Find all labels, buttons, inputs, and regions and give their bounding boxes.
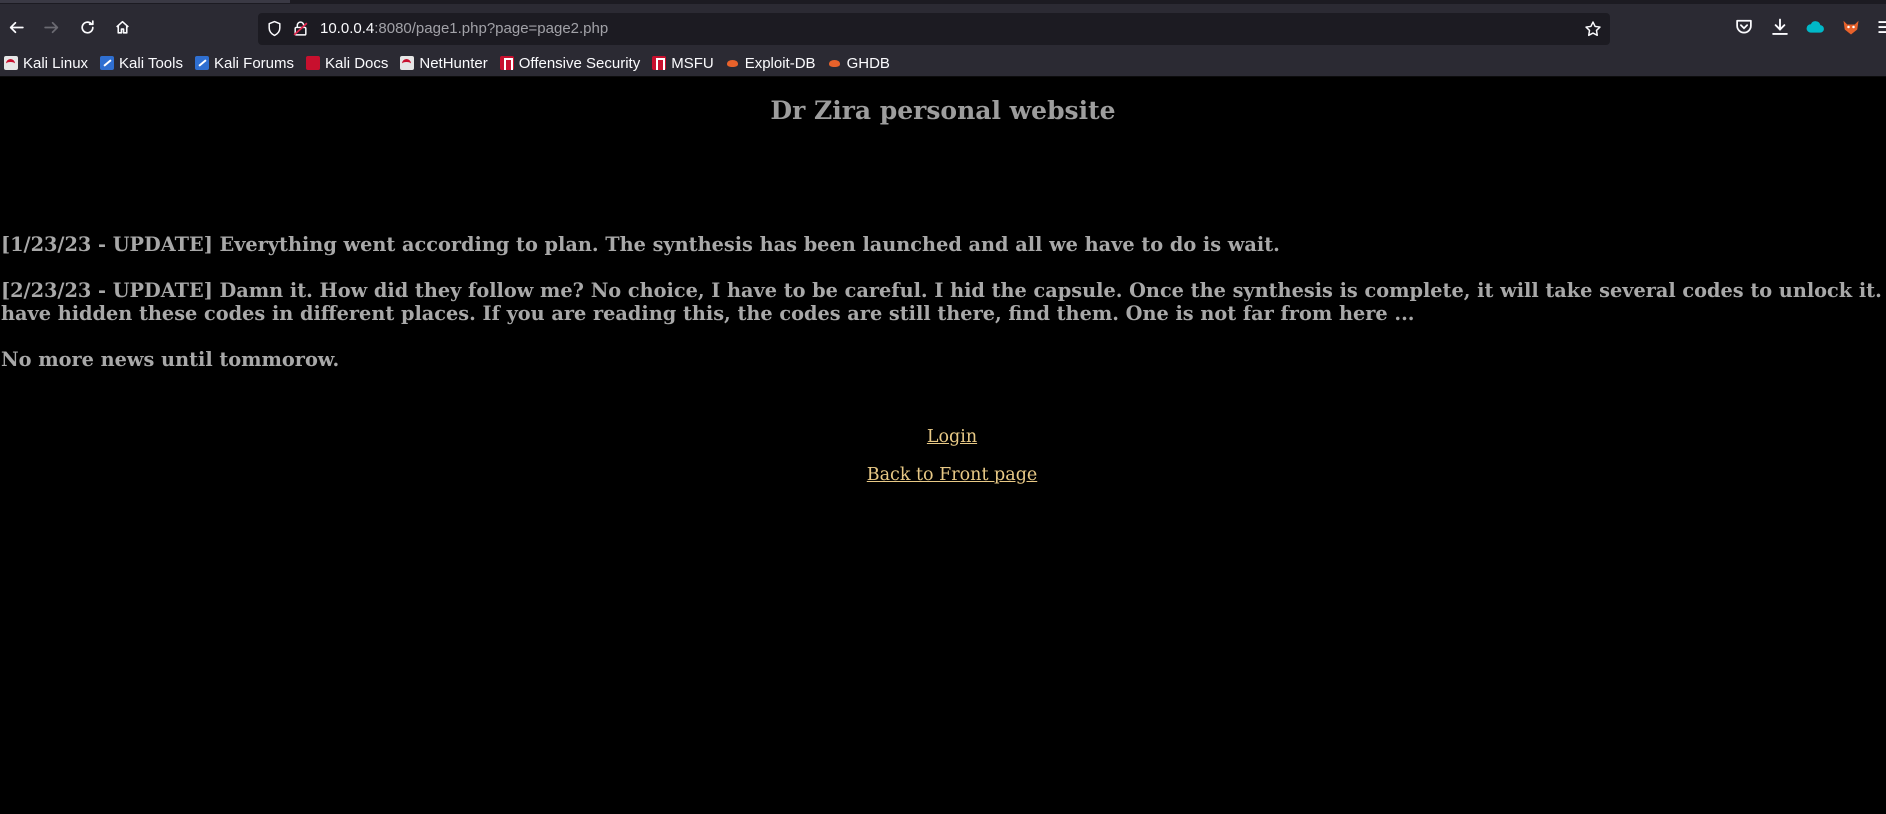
active-tab-indicator: [0, 0, 290, 3]
reload-icon: [80, 19, 94, 34]
home-button[interactable]: [108, 13, 136, 41]
news-section: [1/23/23 - UPDATE] Everything went accor…: [1, 233, 1886, 394]
home-icon: [115, 20, 129, 34]
insecure-lock-icon[interactable]: [292, 20, 309, 37]
bookmark-label: Kali Forums: [213, 54, 295, 72]
kali-icon: [4, 56, 18, 70]
arrow-right-icon: [43, 21, 58, 33]
bookmark-nethunter[interactable]: NetHunter: [400, 54, 488, 72]
bookmark-kali-docs[interactable]: Kali Docs: [306, 55, 388, 72]
pocket-button[interactable]: [1734, 17, 1754, 37]
url-bar[interactable]: 10.0.0.4:8080/page1.php?page=page2.php: [258, 13, 1610, 45]
bookmark-label: Kali Linux: [23, 54, 89, 72]
bookmark-label: Kali Docs: [325, 54, 389, 72]
bookmark-kali-forums[interactable]: Kali Forums: [194, 54, 295, 72]
hamburger-menu-icon: [1878, 21, 1886, 33]
bookmark-star-icon[interactable]: [1584, 20, 1602, 38]
msfu-icon: [652, 56, 667, 70]
bookmark-ghdb[interactable]: GHDB: [828, 55, 890, 72]
nethunter-icon: [400, 56, 415, 70]
login-link[interactable]: Login: [0, 426, 1886, 448]
url-host: 10.0.0.4: [320, 20, 375, 37]
menu-button[interactable]: [1876, 17, 1886, 37]
bookmark-offensive-security[interactable]: Offensive Security: [499, 54, 641, 72]
shield-icon[interactable]: [266, 20, 283, 37]
offensive-security-icon: [499, 56, 514, 70]
cloud-icon: [1806, 21, 1824, 33]
news-item: No more news until tommorow.: [1, 348, 340, 371]
cloud-extension-button[interactable]: [1805, 17, 1825, 37]
downloads-button[interactable]: [1770, 17, 1790, 37]
bookmark-label: NetHunter: [419, 54, 488, 72]
extension-button[interactable]: [1841, 17, 1861, 37]
kali-forums-icon: [194, 56, 209, 70]
navigation-toolbar: 10.0.0.4:8080/page1.php?page=page2.php: [0, 4, 1886, 50]
url-path: :8080/page1.php?page=page2.php: [374, 20, 609, 37]
bookmark-kali-tools[interactable]: Kali Tools: [100, 55, 183, 72]
pocket-icon: [1736, 19, 1752, 34]
bookmark-label: Offensive Security: [518, 54, 641, 72]
bookmark-label: GHDB: [846, 54, 890, 72]
forward-button[interactable]: [37, 13, 65, 41]
kali-docs-icon: [306, 56, 321, 70]
back-button[interactable]: [2, 13, 30, 41]
bookmark-label: Kali Tools: [119, 54, 183, 72]
kali-tools-icon: [100, 56, 115, 70]
page-title: Dr Zira personal website: [770, 96, 1116, 125]
bookmark-label: MSFU: [671, 54, 714, 72]
page-content: Dr Zira personal website [1/23/23 - UPDA…: [0, 77, 1886, 814]
page-links: Login Back to Front page: [0, 426, 1886, 502]
fox-extension-icon: [1843, 20, 1859, 35]
back-to-front-page-link[interactable]: Back to Front page: [0, 464, 1886, 486]
bookmark-msfu[interactable]: MSFU: [652, 55, 714, 72]
arrow-left-icon: [9, 21, 24, 33]
exploit-db-icon: [726, 56, 740, 70]
reload-button[interactable]: [73, 13, 101, 41]
download-icon: [1772, 18, 1788, 35]
url-text[interactable]: 10.0.0.4:8080/page1.php?page=page2.php: [320, 20, 608, 37]
bookmarks-toolbar: Kali Linux Kali Tools Kali Forums Kali D…: [0, 50, 1886, 77]
news-item: [1/23/23 - UPDATE] Everything went accor…: [1, 233, 1280, 256]
bookmark-exploit-db[interactable]: Exploit-DB: [726, 55, 816, 72]
news-item: [2/23/23 - UPDATE] Damn it. How did they…: [1, 279, 1886, 325]
bookmark-kali-linux[interactable]: Kali Linux: [4, 55, 88, 72]
bookmark-label: Exploit-DB: [744, 54, 816, 72]
ghdb-icon: [828, 56, 842, 70]
